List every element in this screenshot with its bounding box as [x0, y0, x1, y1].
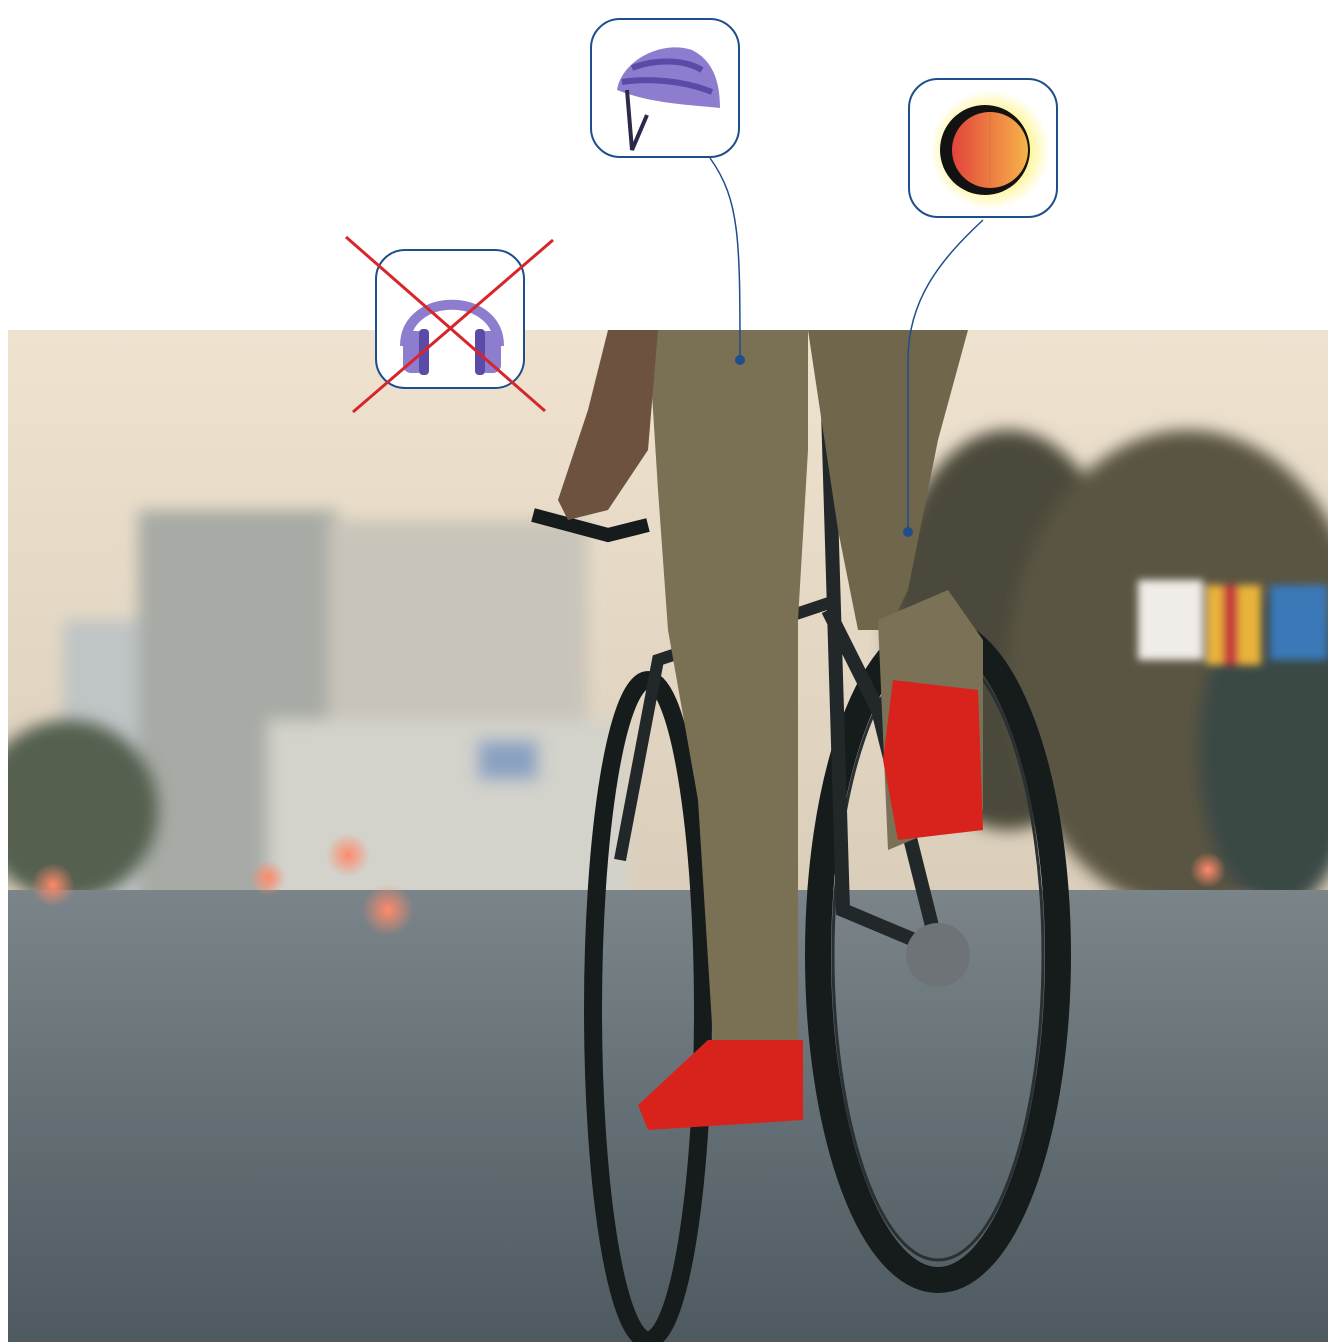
headphones-badge	[375, 249, 525, 389]
cyclist-photo	[8, 330, 1328, 1342]
helmet-icon	[617, 47, 720, 151]
helmet-badge	[590, 18, 740, 158]
banners	[1138, 580, 1328, 665]
bike-light-icon	[930, 90, 1050, 210]
bike-light-badge	[908, 78, 1058, 218]
headphones-icon	[400, 299, 504, 375]
